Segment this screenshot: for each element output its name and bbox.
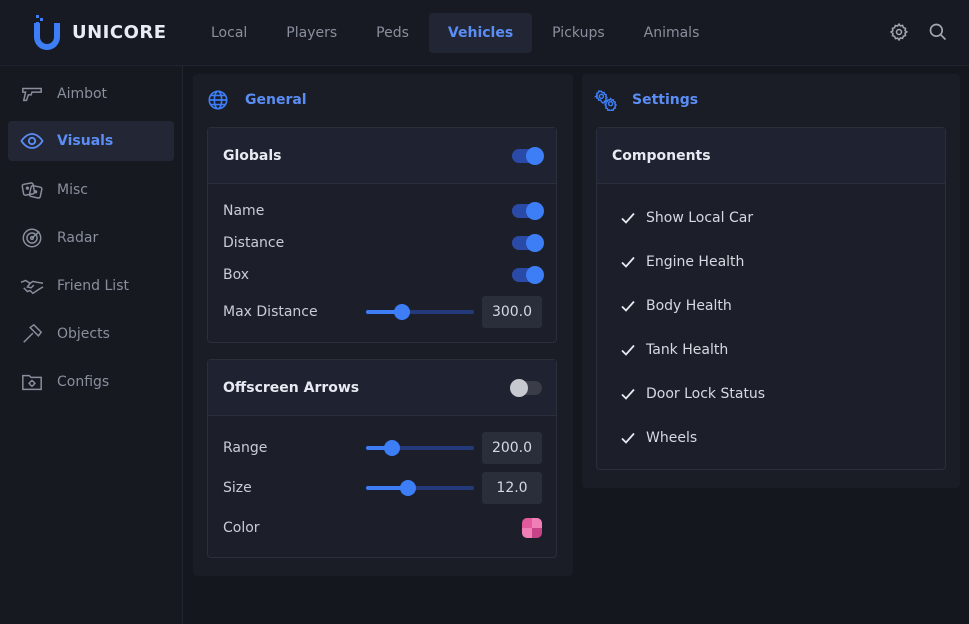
offscreen-arrows-title: Offscreen Arrows [223,379,360,396]
check-icon [620,342,636,358]
settings-title: Settings [632,92,699,108]
sidebar-item-radar[interactable]: Radar [8,218,174,258]
app-name: UNICORE [72,21,167,43]
gear-icon[interactable] [889,22,909,42]
name-toggle[interactable] [512,202,544,220]
dice-icon [20,178,44,202]
gun-icon [20,82,44,106]
offscreen-arrows-card: Offscreen Arrows Range 200.0 Size 12.0 C… [207,359,557,558]
components-card: Components Show Local Car Engine Health … [596,127,946,470]
check-icon [620,298,636,314]
tab-players[interactable]: Players [267,13,356,53]
folder-gear-icon [20,370,44,394]
sidebar-item-label: Misc [57,182,88,198]
component-show-local-car[interactable]: Show Local Car [620,206,753,230]
component-body-health[interactable]: Body Health [620,294,732,318]
general-panel: General Globals Name Distance Box Max Di… [193,74,573,576]
globals-card: Globals Name Distance Box Max Distance 3… [207,127,557,343]
component-label: Tank Health [646,342,729,358]
sidebar-item-friend-list[interactable]: Friend List [8,266,174,306]
sidebar-item-label: Objects [57,326,110,342]
general-header: General [207,89,307,111]
component-label: Body Health [646,298,732,314]
component-wheels[interactable]: Wheels [620,426,697,450]
globals-header: Globals [208,128,556,184]
offscreen-arrows-toggle[interactable] [510,379,542,397]
top-tabs: Local Players Peds Vehicles Pickups Anim… [192,13,719,53]
slider-thumb[interactable] [393,304,410,320]
sidebar-item-misc[interactable]: Misc [8,170,174,210]
swatch-cell [532,518,542,528]
component-tank-health[interactable]: Tank Health [620,338,728,362]
sidebar-item-label: Radar [57,230,99,246]
distance-label: Distance [223,235,285,251]
component-label: Door Lock Status [646,386,766,402]
component-label: Engine Health [646,254,745,270]
tab-peds[interactable]: Peds [357,13,428,53]
sidebar-item-objects[interactable]: Objects [8,314,174,354]
color-row: Color [223,516,542,540]
components-title: Components [612,147,711,164]
size-slider[interactable] [366,480,474,496]
sidebar-item-aimbot[interactable]: Aimbot [8,74,174,114]
component-engine-health[interactable]: Engine Health [620,250,744,274]
offscreen-arrows-header: Offscreen Arrows [208,360,556,416]
swatch-cell [532,528,542,538]
logo: UNICORE [32,12,172,52]
globals-title: Globals [223,147,282,164]
components-header: Components [597,128,945,184]
settings-panel: Settings Components Show Local Car Engin… [582,74,960,488]
check-icon [620,210,636,226]
max-distance-slider[interactable] [366,304,474,320]
search-icon[interactable] [928,22,948,42]
sidebar-item-visuals[interactable]: Visuals [8,121,174,161]
component-door-lock-status[interactable]: Door Lock Status [620,382,765,406]
sidebar-item-label: Friend List [57,278,129,294]
radar-icon [20,226,44,250]
check-icon [620,254,636,270]
tab-vehicles[interactable]: Vehicles [428,13,533,53]
eye-icon [20,129,44,153]
size-input[interactable]: 12.0 [482,472,542,504]
slider-thumb[interactable] [400,480,417,496]
box-label: Box [223,267,250,283]
swatch-cell [522,528,532,538]
range-slider[interactable] [366,440,474,456]
box-row: Box [223,263,544,287]
color-swatch[interactable] [522,518,542,538]
sidebar-item-label: Configs [57,374,110,390]
sidebar-item-configs[interactable]: Configs [8,362,174,402]
tab-animals[interactable]: Animals [625,13,719,53]
check-icon [620,430,636,446]
max-distance-input[interactable]: 300.0 [482,296,542,328]
color-label: Color [223,520,260,536]
sidebar: Aimbot Visuals Misc Radar Friend List Ob… [0,66,183,624]
settings-header: Settings [593,89,699,113]
box-toggle[interactable] [512,266,544,284]
slider-thumb[interactable] [383,440,400,456]
component-label: Wheels [646,430,698,446]
handshake-icon [20,274,44,298]
distance-row: Distance [223,231,544,255]
globe-icon [207,89,229,111]
sidebar-item-label: Visuals [57,133,114,149]
check-icon [620,386,636,402]
distance-toggle[interactable] [512,234,544,252]
name-label: Name [223,203,265,219]
top-bar: UNICORE Local Players Peds Vehicles Pick… [0,0,969,66]
general-title: General [245,92,307,108]
logo-icon [32,13,62,51]
globals-toggle[interactable] [512,147,544,165]
hammer-icon [20,322,44,346]
sidebar-item-label: Aimbot [57,86,108,102]
gears-icon [593,89,618,113]
range-input[interactable]: 200.0 [482,432,542,464]
tab-pickups[interactable]: Pickups [533,13,623,53]
name-row: Name [223,199,544,223]
tab-local[interactable]: Local [192,13,266,53]
swatch-cell [522,518,532,528]
component-label: Show Local Car [646,210,754,226]
